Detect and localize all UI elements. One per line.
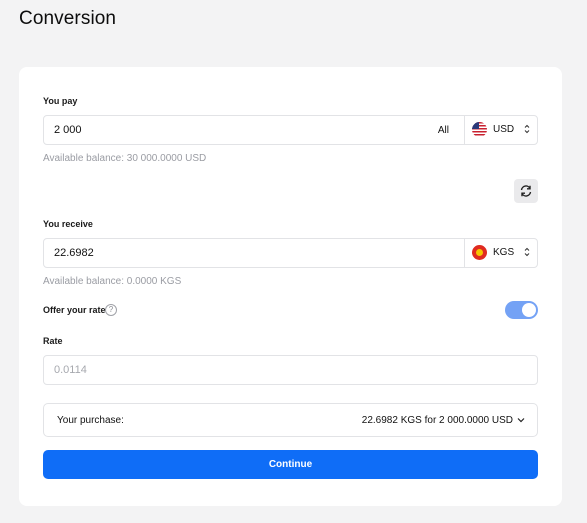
chevron-down-icon [517, 418, 525, 423]
conversion-card: You pay 2 000 All USD Available balance:… [19, 67, 562, 506]
updown-chevron-icon [524, 124, 530, 134]
all-button[interactable]: All [438, 125, 449, 136]
receive-currency-select[interactable]: KGS [465, 239, 539, 267]
updown-chevron-icon [524, 247, 530, 257]
purchase-amount: 22.6982 KGS for 2 000.0000 USD [361, 415, 513, 426]
purchase-summary[interactable]: Your purchase: 22.6982 KGS for 2 000.000… [43, 403, 538, 437]
offer-rate-label: Offer your rate [43, 305, 106, 315]
receive-label: You receive [43, 219, 93, 229]
refresh-icon [520, 185, 532, 197]
help-icon[interactable]: ? [105, 304, 117, 316]
pay-currency-select[interactable]: USD [465, 116, 539, 144]
pay-amount-field[interactable]: 2 000 All USD [43, 115, 538, 145]
toggle-knob [522, 303, 536, 317]
kg-flag-icon [472, 245, 487, 260]
us-flag-icon [472, 122, 487, 137]
pay-balance: Available balance: 30 000.0000 USD [43, 153, 207, 164]
swap-button[interactable] [514, 179, 538, 203]
receive-balance: Available balance: 0.0000 KGS [43, 276, 182, 287]
pay-currency-code: USD [493, 124, 515, 135]
pay-amount-value[interactable]: 2 000 [54, 124, 82, 136]
rate-placeholder: 0.0114 [54, 364, 87, 376]
rate-input[interactable]: 0.0114 [43, 355, 538, 385]
rate-label: Rate [43, 336, 63, 346]
receive-amount-value[interactable]: 22.6982 [54, 247, 94, 259]
receive-currency-code: KGS [493, 247, 515, 258]
purchase-label: Your purchase: [57, 415, 124, 426]
pay-label: You pay [43, 96, 78, 106]
offer-rate-toggle[interactable] [505, 301, 538, 319]
receive-amount-field[interactable]: 22.6982 KGS [43, 238, 538, 268]
page-title: Conversion [19, 8, 117, 29]
continue-button[interactable]: Continue [43, 450, 538, 479]
